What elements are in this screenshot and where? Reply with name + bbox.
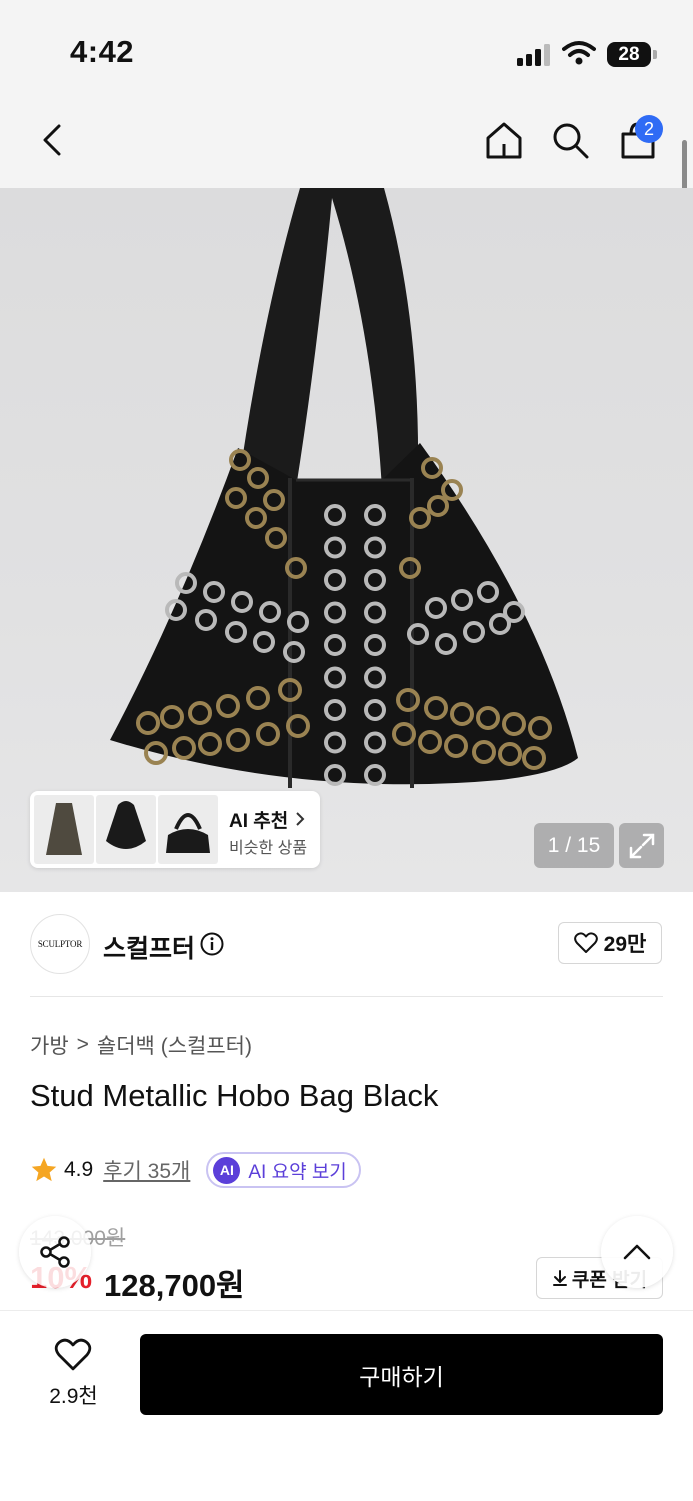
product-photo-hobo-bag [110,188,578,788]
cart-count-badge: 2 [635,115,663,143]
home-icon [486,122,522,159]
reviews-link[interactable]: 후기 35개 [103,1155,190,1185]
breadcrumb-separator: > [76,1033,89,1056]
status-time: 4:42 [70,34,135,69]
chevron-left-icon [43,124,61,156]
recommended-item-thumbnail[interactable] [96,795,156,864]
ai-recommendation-title[interactable]: AI 추천 [229,806,306,833]
expand-icon [629,833,654,858]
download-icon [552,1270,567,1286]
breadcrumb-subcategory[interactable]: 숄더백 (스컬프터) [97,1030,252,1060]
wishlist-count: 2.9천 [49,1385,98,1408]
wishlist-heart-icon[interactable] [54,1338,92,1372]
product-title: Stud Metallic Hobo Bag Black [30,1078,439,1113]
share-icon [40,1236,70,1268]
ai-recommendation-subtitle: 비슷한 상품 [229,840,308,857]
scroll-to-top-button[interactable] [601,1216,673,1288]
info-icon[interactable] [200,932,224,956]
search-button[interactable] [548,118,592,162]
ai-summary-label: AI 요약 보기 [248,1161,347,1183]
ai-badge-icon: AI [213,1156,241,1184]
brand-logo[interactable]: SCULPTOR [30,914,90,974]
recommended-item-thumbnail[interactable] [34,795,94,864]
sale-price: 128,700원 [104,1268,245,1303]
back-button[interactable] [30,118,74,162]
chevron-right-icon [295,812,304,826]
share-button[interactable] [19,1216,91,1288]
brand-like-button[interactable]: 29만 [558,922,662,964]
search-icon [553,123,589,159]
ai-summary-button[interactable]: AI AI 요약 보기 [206,1152,361,1188]
breadcrumb-category[interactable]: 가방 [30,1030,69,1060]
rating-row: 4.9 후기 35개 AI AI 요약 보기 [30,1150,361,1190]
cellular-signal-icon [517,44,550,66]
brand-name[interactable]: 스컬프터 [103,929,195,965]
divider [30,996,663,997]
heart-icon [573,932,598,953]
image-counter: 1 / 15 [534,823,614,868]
fullscreen-button[interactable] [619,823,664,868]
breadcrumb: 가방 > 숄더백 (스컬프터) [30,1030,252,1060]
buy-button[interactable]: 구매하기 [140,1334,663,1415]
recommended-item-thumbnail[interactable] [158,795,218,864]
brand-like-count: 29만 [603,933,647,956]
wifi-icon [562,41,596,65]
rating-value: 4.9 [64,1158,94,1181]
home-button[interactable] [482,118,526,162]
star-icon [31,1157,57,1182]
product-image-gallery[interactable] [0,188,693,892]
chevron-up-icon [623,1244,651,1260]
battery-icon: 28 [607,42,657,67]
battery-level: 28 [618,44,640,65]
